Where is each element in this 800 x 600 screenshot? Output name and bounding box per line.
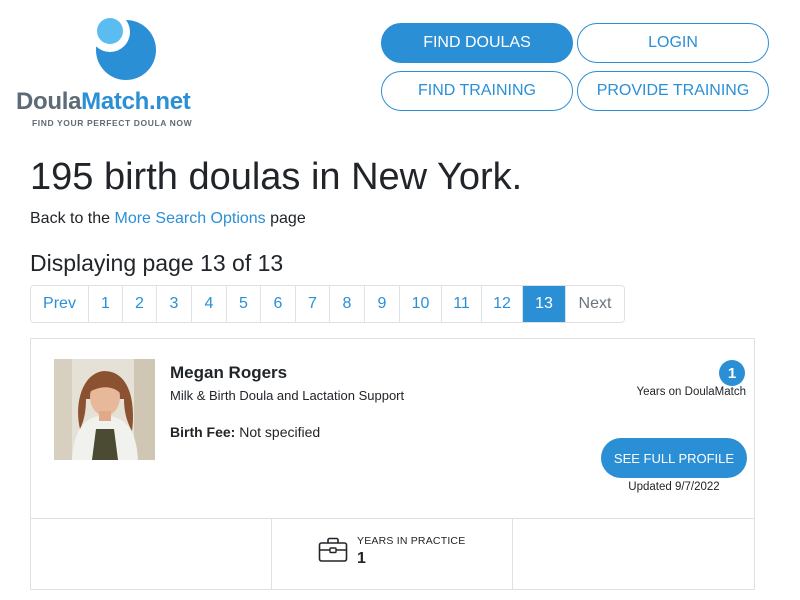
stat-cell-empty	[31, 519, 272, 589]
pagination: Prev 1 2 3 4 5 6 7 8 9 10 11 12 13 Next	[30, 285, 625, 323]
years-on-site-badge: 1	[719, 360, 745, 386]
pagination-page[interactable]: 11	[442, 286, 482, 322]
site-logo[interactable]: DoulaMatch.net FIND YOUR PERFECT DOULA N…	[16, 12, 226, 130]
find-training-button[interactable]: FIND TRAINING	[381, 71, 573, 111]
see-full-profile-button[interactable]: SEE FULL PROFILE	[601, 438, 747, 478]
login-button[interactable]: LOGIN	[577, 23, 769, 63]
pagination-page[interactable]: 12	[482, 286, 523, 322]
back-suffix: page	[265, 210, 306, 227]
updated-date: Updated 9/7/2022	[628, 481, 720, 493]
years-in-practice-label: YEARS IN PRACTICE	[357, 535, 466, 547]
provide-training-button[interactable]: PROVIDE TRAINING	[577, 71, 769, 111]
birth-fee: Birth Fee: Not specified	[170, 424, 320, 440]
pagination-page[interactable]: 2	[123, 286, 157, 322]
pagination-page[interactable]: 10	[400, 286, 442, 322]
pagination-page[interactable]: 3	[157, 286, 192, 322]
doula-subtitle: Milk & Birth Doula and Lactation Support	[170, 388, 405, 403]
doula-card: Megan Rogers Milk & Birth Doula and Lact…	[30, 338, 755, 590]
briefcase-icon	[318, 537, 348, 562]
pagination-page[interactable]: 9	[365, 286, 400, 322]
stats-row: YEARS IN PRACTICE 1	[31, 518, 754, 589]
find-doulas-button[interactable]: FIND DOULAS	[381, 23, 573, 63]
years-on-site-label: Years on DoulaMatch	[636, 386, 746, 398]
pagination-prev[interactable]: Prev	[31, 286, 89, 322]
birth-fee-label: Birth Fee:	[170, 424, 236, 440]
doula-name[interactable]: Megan Rogers	[170, 363, 287, 383]
page-title: 195 birth doulas in New York.	[30, 156, 523, 198]
birth-fee-value: Not specified	[235, 424, 321, 440]
logo-tagline: FIND YOUR PERFECT DOULA NOW	[32, 118, 193, 128]
back-line: Back to the More Search Options page	[30, 210, 306, 228]
logo-mark-icon	[90, 12, 156, 80]
stat-cell-years-in-practice: YEARS IN PRACTICE 1	[272, 519, 513, 589]
pagination-page[interactable]: 6	[261, 286, 296, 322]
pagination-next[interactable]: Next	[566, 286, 624, 322]
years-in-practice-value: 1	[357, 550, 366, 567]
back-prefix: Back to the	[30, 210, 115, 227]
pagination-page[interactable]: 5	[227, 286, 261, 322]
doula-photo[interactable]	[54, 359, 155, 460]
pagination-page[interactable]: 8	[330, 286, 365, 322]
pagination-page[interactable]: 7	[296, 286, 330, 322]
logo-wordmark: DoulaMatch.net	[16, 88, 191, 115]
pagination-page[interactable]: 4	[192, 286, 227, 322]
pagination-page[interactable]: 1	[89, 286, 123, 322]
stat-cell-empty	[513, 519, 754, 589]
pagination-page-active[interactable]: 13	[523, 286, 566, 322]
displaying-heading: Displaying page 13 of 13	[30, 250, 284, 276]
more-search-options-link[interactable]: More Search Options	[115, 210, 266, 227]
doula-photo-image	[54, 359, 155, 460]
